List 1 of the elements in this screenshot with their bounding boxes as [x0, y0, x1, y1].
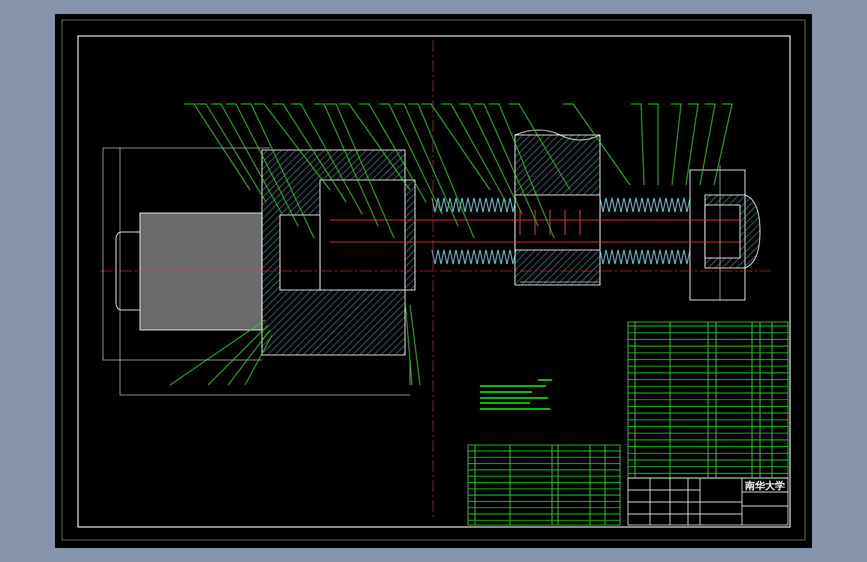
school-name: 南华大学	[745, 481, 785, 492]
